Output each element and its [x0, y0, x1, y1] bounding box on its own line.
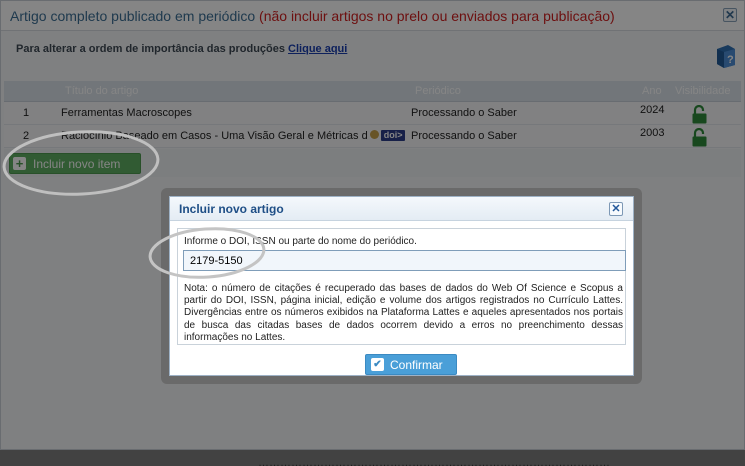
dialog-panel: Incluir novo artigo ✕ Informe o DOI, ISS… [169, 196, 634, 376]
dialog-header: Incluir novo artigo ✕ [170, 197, 633, 221]
screen: …………………………………………………………………………………… Artigo … [0, 0, 745, 466]
confirm-label: Confirmar [390, 358, 443, 372]
dialog-close-icon[interactable]: ✕ [609, 202, 623, 216]
confirm-button[interactable]: ✔ Confirmar [365, 354, 457, 375]
citation-note: Nota: o número de citações é recuperado … [184, 283, 623, 343]
dialog-body: Informe o DOI, ISSN ou parte do nome do … [177, 228, 626, 345]
doi-issn-input[interactable] [183, 250, 626, 271]
new-article-dialog: Incluir novo artigo ✕ Informe o DOI, ISS… [161, 188, 642, 384]
check-icon: ✔ [371, 358, 384, 371]
doi-field-label: Informe o DOI, ISSN ou parte do nome do … [184, 236, 417, 247]
dialog-title: Incluir novo artigo [179, 202, 284, 216]
